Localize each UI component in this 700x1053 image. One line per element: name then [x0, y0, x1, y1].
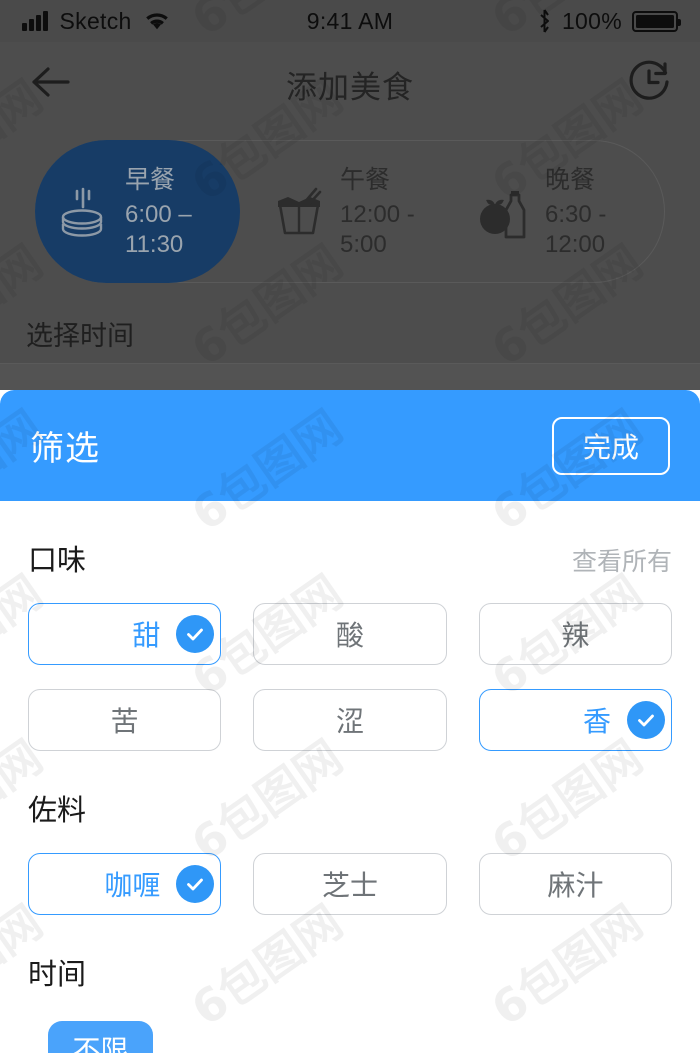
meal-name: 午餐 — [340, 165, 391, 194]
page-title: 添加美食 — [286, 69, 414, 105]
chip-label: 甜 — [132, 620, 161, 651]
chip-label: 涩 — [335, 706, 364, 737]
dimmed-background-screen: Sketch 9:41 AM 100% 添加美食 早餐 6:00 – 11:30… — [0, 0, 700, 390]
meal-selector: 早餐 6:00 – 11:30 午餐 12:00 - 5:00 晚餐 6:30 … — [0, 126, 700, 298]
chip-label: 酸 — [335, 620, 364, 651]
meal-name: 晚餐 — [545, 165, 596, 194]
filter-sheet-header: 筛选 完成 — [0, 390, 700, 501]
nav-bar: 添加美食 — [0, 42, 700, 126]
check-icon — [176, 615, 215, 653]
chip-time-unlimited[interactable]: 不限 — [48, 1021, 153, 1053]
done-button[interactable]: 完成 — [552, 416, 670, 475]
select-time-row[interactable]: 选择时间 — [0, 298, 700, 364]
chip-row-taste-2: 苦 涩 香 — [28, 689, 672, 751]
back-arrow-icon[interactable] — [28, 66, 72, 103]
section-header-time: 时间 — [28, 951, 672, 993]
meal-pill-breakfast[interactable]: 早餐 6:00 – 11:30 — [35, 140, 240, 283]
meal-pill-lunch-text: 午餐 12:00 - 5:00 — [340, 164, 437, 260]
status-bar: Sketch 9:41 AM 100% — [0, 0, 700, 42]
chip-taste-sweet[interactable]: 甜 — [28, 603, 222, 665]
history-clock-icon[interactable] — [626, 59, 672, 110]
chip-condiment-cheese[interactable]: 芝士 — [253, 853, 447, 915]
meal-pill-lunch[interactable]: 午餐 12:00 - 5:00 — [250, 140, 455, 283]
meal-pill-dinner[interactable]: 晚餐 6:30 - 12:00 — [455, 140, 670, 283]
chip-row-time: 不限 — [28, 1021, 672, 1053]
filter-sheet-body: 口味 查看所有 甜 酸 辣 苦 涩 香 佐料 咖喱 芝士 麻汁 时间 不限 — [0, 537, 700, 1053]
bluetooth-icon — [540, 9, 549, 33]
section-title: 口味 — [28, 545, 87, 577]
chip-condiment-curry[interactable]: 咖喱 — [28, 853, 222, 915]
section-header-taste: 口味 查看所有 — [28, 537, 672, 579]
check-icon — [626, 701, 665, 739]
chip-row-condiment: 咖喱 芝士 麻汁 — [28, 853, 672, 915]
filter-title: 筛选 — [30, 430, 100, 468]
section-title: 佐料 — [28, 795, 87, 827]
chip-label: 香 — [582, 706, 611, 737]
chip-row-taste-1: 甜 酸 辣 — [28, 603, 672, 665]
meal-time: 12:00 - 5:00 — [340, 200, 415, 258]
chip-label: 咖喱 — [104, 870, 161, 901]
view-all-link[interactable]: 查看所有 — [572, 542, 672, 578]
chip-taste-spicy[interactable]: 辣 — [478, 603, 672, 665]
chip-label: 苦 — [110, 706, 139, 737]
section-header-condiment: 佐料 — [28, 787, 672, 829]
chip-taste-bitter[interactable]: 苦 — [28, 689, 222, 751]
meal-time: 6:30 - 12:00 — [545, 200, 607, 258]
chip-label: 麻汁 — [547, 870, 604, 901]
meal-pill-breakfast-text: 早餐 6:00 – 11:30 — [125, 164, 222, 260]
chip-taste-fragrant[interactable]: 香 — [478, 689, 672, 751]
meal-time: 6:00 – 11:30 — [125, 200, 192, 258]
chip-label: 芝士 — [321, 870, 378, 901]
section-title: 时间 — [28, 959, 87, 991]
meal-pill-dinner-text: 晚餐 6:30 - 12:00 — [545, 164, 652, 260]
status-bar-right: 100% — [537, 7, 681, 35]
pancakes-icon — [53, 181, 115, 243]
select-time-label: 选择时间 — [26, 321, 134, 351]
clock-label: 9:41 AM — [306, 7, 394, 34]
battery-percent-label: 100% — [561, 7, 622, 34]
chip-condiment-sesame[interactable]: 麻汁 — [478, 853, 672, 915]
phone-screen: Sketch 9:41 AM 100% 添加美食 早餐 6:00 – 11:30… — [0, 0, 700, 1053]
chip-label: 辣 — [561, 620, 590, 651]
check-icon — [176, 865, 215, 903]
takeout-box-icon — [268, 181, 330, 243]
background-gap-band — [0, 364, 700, 390]
tomato-milk-icon — [473, 181, 535, 243]
chip-taste-sour[interactable]: 酸 — [253, 603, 447, 665]
filter-sheet: 筛选 完成 口味 查看所有 甜 酸 辣 苦 涩 香 佐料 咖喱 芝士 麻汁 时间… — [0, 390, 700, 1053]
meal-name: 早餐 — [125, 165, 176, 194]
chip-taste-astringent[interactable]: 涩 — [253, 689, 447, 751]
battery-icon — [632, 10, 681, 32]
